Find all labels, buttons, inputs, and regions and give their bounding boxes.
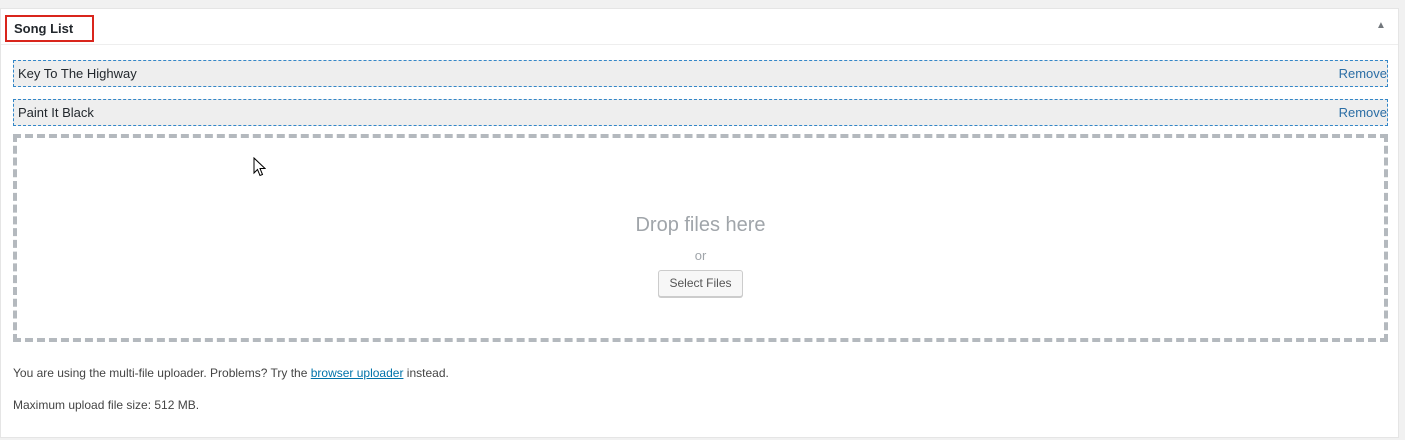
metabox-title: Song List xyxy=(5,15,94,42)
uploader-notice: You are using the multi-file uploader. P… xyxy=(13,366,449,380)
mouse-cursor-icon xyxy=(253,157,266,177)
or-text: or xyxy=(694,248,707,263)
drop-files-text: Drop files here xyxy=(635,214,766,236)
triangle-up-icon[interactable]: ▲ xyxy=(1374,19,1388,33)
metabox-header: Song List ▲ xyxy=(1,9,1398,45)
select-files-button[interactable]: Select Files xyxy=(658,270,743,297)
song-name: Paint It Black xyxy=(18,105,94,120)
remove-song-link[interactable]: Remove xyxy=(1339,100,1387,125)
drop-zone[interactable]: Drop files here or Select Files xyxy=(13,134,1388,342)
notice-suffix: instead. xyxy=(406,366,449,380)
max-upload-size: Maximum upload file size: 512 MB. xyxy=(13,398,200,412)
browser-uploader-link[interactable]: browser uploader xyxy=(311,366,404,380)
song-item: Key To The Highway Remove xyxy=(13,60,1388,87)
song-name: Key To The Highway xyxy=(18,66,137,81)
remove-song-link[interactable]: Remove xyxy=(1339,61,1387,86)
notice-prefix: You are using the multi-file uploader. P… xyxy=(13,366,308,380)
song-item: Paint It Black Remove xyxy=(13,99,1388,126)
